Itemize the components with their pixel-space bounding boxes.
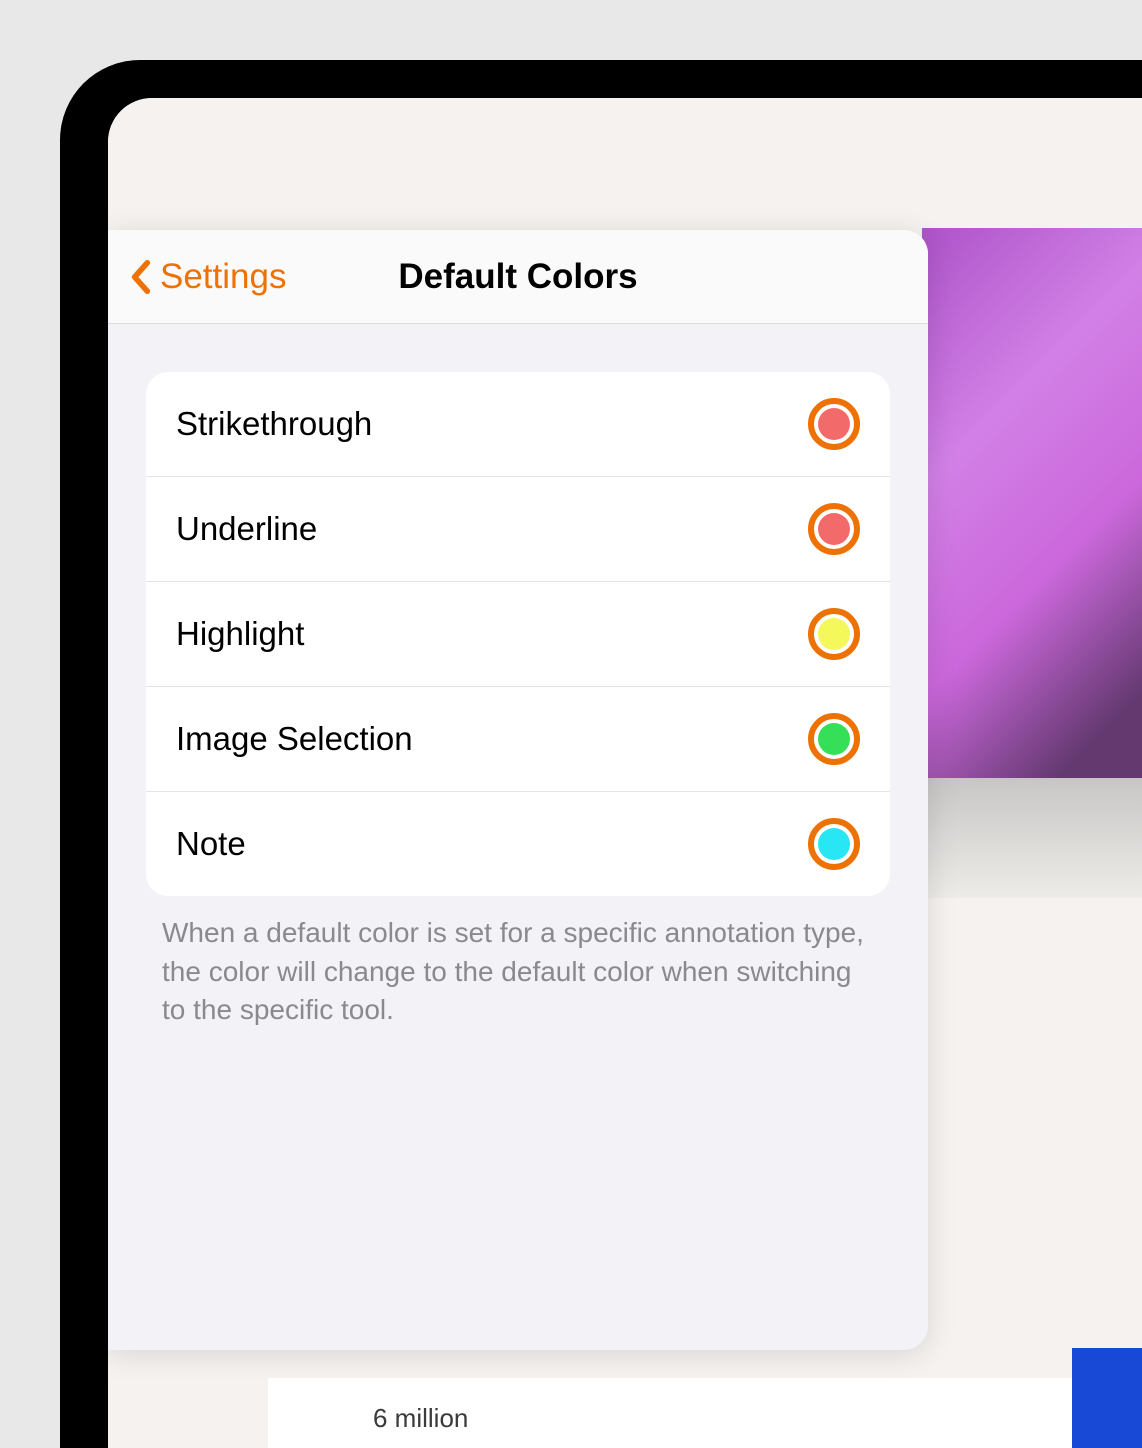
chevron-left-icon — [126, 258, 156, 296]
color-swatch[interactable] — [808, 503, 860, 555]
list-footer-text: When a default color is set for a specif… — [108, 896, 928, 1030]
row-label: Highlight — [176, 615, 304, 653]
settings-popover: Settings Default Colors Strikethrough Un… — [108, 230, 928, 1350]
background-image-floor — [922, 778, 1142, 898]
popover-title: Default Colors — [398, 257, 637, 297]
chart-bar — [1072, 1348, 1142, 1448]
background-image — [922, 228, 1142, 868]
popover-header: Settings Default Colors — [108, 230, 928, 324]
row-highlight[interactable]: Highlight — [146, 581, 890, 686]
popover-back-button[interactable]: Settings — [108, 257, 286, 297]
color-swatch[interactable] — [808, 818, 860, 870]
row-note[interactable]: Note — [146, 791, 890, 896]
row-underline[interactable]: Underline — [146, 476, 890, 581]
row-label: Note — [176, 825, 246, 863]
row-label: Strikethrough — [176, 405, 372, 443]
color-list: Strikethrough Underline Highlight Image … — [146, 372, 890, 896]
row-strikethrough[interactable]: Strikethrough — [146, 372, 890, 476]
row-label: Image Selection — [176, 720, 413, 758]
color-swatch[interactable] — [808, 398, 860, 450]
color-swatch[interactable] — [808, 713, 860, 765]
row-label: Underline — [176, 510, 317, 548]
row-image-selection[interactable]: Image Selection — [146, 686, 890, 791]
chart-tick-label: 6 million — [373, 1403, 468, 1434]
popover-back-label: Settings — [160, 257, 286, 297]
color-swatch[interactable] — [808, 608, 860, 660]
